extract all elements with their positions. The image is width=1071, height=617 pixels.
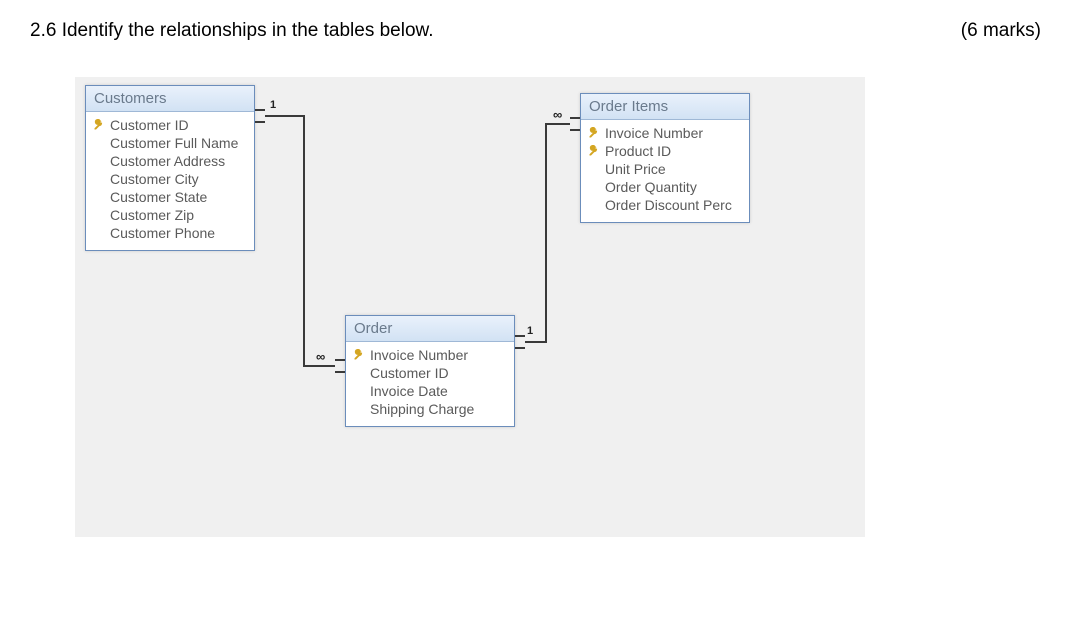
table-header-order: Order xyxy=(346,316,514,342)
cardinality-many: ∞ xyxy=(316,349,325,364)
field-label: Customer City xyxy=(110,171,199,187)
field-label: Invoice Date xyxy=(370,383,448,399)
field-label: Invoice Number xyxy=(605,125,703,141)
field-label: Customer Address xyxy=(110,153,225,169)
connector-cap xyxy=(570,117,580,131)
key-icon xyxy=(92,118,106,132)
field-row: Customer Zip xyxy=(92,206,248,224)
field-row: Customer Full Name xyxy=(92,134,248,152)
connector-line xyxy=(525,341,547,343)
field-row: Customer ID xyxy=(352,364,508,382)
field-row: Customer ID xyxy=(92,116,248,134)
field-label: Invoice Number xyxy=(370,347,468,363)
connector-line xyxy=(303,115,305,367)
connector-cap xyxy=(255,109,265,123)
field-row: Order Discount Perc xyxy=(587,196,743,214)
key-icon xyxy=(587,126,601,140)
field-row: Unit Price xyxy=(587,160,743,178)
table-body-order-items: Invoice Number Product ID Unit Price Ord… xyxy=(581,120,749,222)
field-row: Product ID xyxy=(587,142,743,160)
cardinality-one: 1 xyxy=(527,325,533,337)
field-row: Invoice Number xyxy=(352,346,508,364)
field-label: Customer Phone xyxy=(110,225,215,241)
field-row: Invoice Date xyxy=(352,382,508,400)
cardinality-one: 1 xyxy=(270,99,276,111)
field-row: Customer Address xyxy=(92,152,248,170)
field-label: Product ID xyxy=(605,143,671,159)
table-order-items: Order Items Invoice Number Product ID Un… xyxy=(580,93,750,223)
connector-line xyxy=(545,123,547,343)
table-header-customers: Customers xyxy=(86,86,254,112)
field-label: Order Quantity xyxy=(605,179,697,195)
table-body-order: Invoice Number Customer ID Invoice Date … xyxy=(346,342,514,426)
field-label: Order Discount Perc xyxy=(605,197,732,213)
connector-line xyxy=(303,365,335,367)
table-order: Order Invoice Number Customer ID Invoice… xyxy=(345,315,515,427)
field-label: Customer Zip xyxy=(110,207,194,223)
question-header: 2.6 Identify the relationships in the ta… xyxy=(30,20,1041,42)
er-diagram: Customers Customer ID Customer Full Name… xyxy=(75,77,865,537)
field-row: Invoice Number xyxy=(587,124,743,142)
key-icon xyxy=(352,348,366,362)
table-header-order-items: Order Items xyxy=(581,94,749,120)
field-row: Customer State xyxy=(92,188,248,206)
field-row: Shipping Charge xyxy=(352,400,508,418)
field-label: Customer State xyxy=(110,189,207,205)
field-label: Shipping Charge xyxy=(370,401,474,417)
cardinality-many: ∞ xyxy=(553,107,562,122)
connector-line xyxy=(545,123,570,125)
marks-text: (6 marks) xyxy=(961,20,1041,42)
question-text: 2.6 Identify the relationships in the ta… xyxy=(30,20,433,42)
connector-line xyxy=(265,115,305,117)
table-customers: Customers Customer ID Customer Full Name… xyxy=(85,85,255,251)
field-row: Customer City xyxy=(92,170,248,188)
field-label: Unit Price xyxy=(605,161,666,177)
field-label: Customer ID xyxy=(370,365,449,381)
field-label: Customer Full Name xyxy=(110,135,238,151)
connector-cap xyxy=(335,359,345,373)
key-icon xyxy=(587,144,601,158)
field-label: Customer ID xyxy=(110,117,189,133)
field-row: Customer Phone xyxy=(92,224,248,242)
table-body-customers: Customer ID Customer Full Name Customer … xyxy=(86,112,254,250)
field-row: Order Quantity xyxy=(587,178,743,196)
connector-cap xyxy=(515,335,525,349)
